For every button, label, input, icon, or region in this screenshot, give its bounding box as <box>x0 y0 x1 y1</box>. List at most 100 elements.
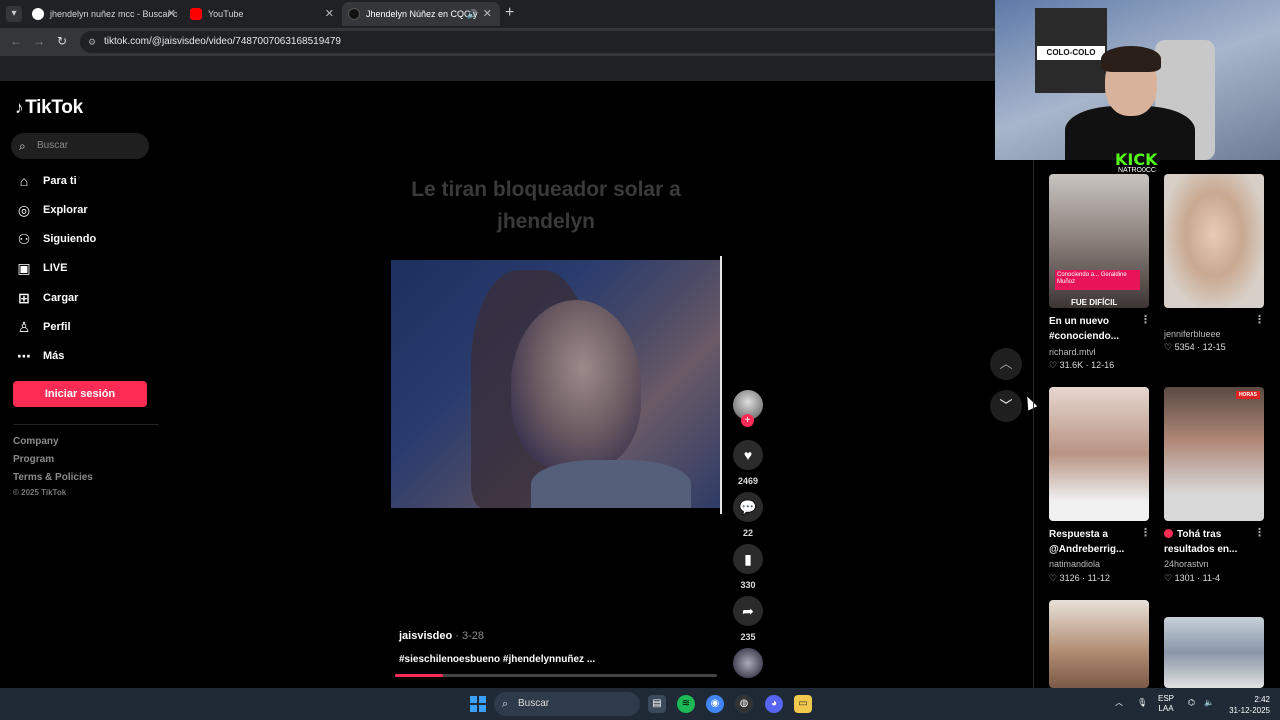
discord-icon[interactable]: ◕ <box>765 695 783 713</box>
nav-live[interactable]: ▣ LIVE <box>15 258 67 278</box>
tab-title: YouTube <box>208 9 244 19</box>
recommended-thumb-5[interactable] <box>1049 600 1149 688</box>
forward-icon[interactable]: → <box>33 34 45 48</box>
nav-mas[interactable]: ⋯ Más <box>15 346 64 366</box>
follow-button[interactable]: + <box>741 414 754 427</box>
webcam-overlay: COLO-COLO <box>995 0 1280 160</box>
footer-link-program[interactable]: Program <box>13 454 54 465</box>
microphone-icon[interactable]: 🎙 <box>1137 698 1147 708</box>
likes: 3126 <box>1059 573 1080 583</box>
url-text: tiktok.com/@jaisvisdeo/video/74870070631… <box>104 36 341 47</box>
search-icon: ⌕ <box>19 139 26 153</box>
previous-video-button[interactable]: ︿ <box>990 348 1022 380</box>
music-disc-icon[interactable] <box>733 648 763 678</box>
save-button[interactable]: ▮ <box>733 544 763 574</box>
taskbar-search[interactable]: ⌕ Buscar <box>494 692 640 716</box>
recommended-caption-3[interactable]: Respuesta a @Andreberrig... <box>1049 527 1137 557</box>
windows-taskbar: ⌕ Buscar ▤ ≋ ◉ ◍ ◕ ▭ ︿ 🎙 ESP LAA ⌬ 🔈 2:4… <box>0 688 1280 720</box>
network-icon[interactable]: ⌬ <box>1188 698 1195 708</box>
recommended-thumb-6[interactable] <box>1164 617 1264 688</box>
nav-para-ti[interactable]: ⌂ Para ti <box>15 171 77 191</box>
language-indicator[interactable]: ESP LAA <box>1158 694 1174 714</box>
clock-date: 31-12-2025 <box>1229 706 1270 715</box>
obs-icon[interactable]: ◍ <box>735 695 753 713</box>
windows-start-icon[interactable] <box>470 696 486 712</box>
speaker-icon[interactable]: 🔊 <box>467 2 478 26</box>
next-video-button[interactable]: ﹀ <box>990 390 1022 422</box>
share-icon: ➦ <box>742 603 754 619</box>
like-count: 2469 <box>737 476 759 486</box>
video-progress-bar[interactable] <box>395 674 717 677</box>
nav-label: Explorar <box>43 204 88 216</box>
more-options-icon[interactable]: ⋮ <box>1140 313 1151 326</box>
tiktok-favicon-icon <box>348 8 360 20</box>
kick-username: NATRO0CC <box>1118 167 1156 174</box>
more-icon: ⋯ <box>17 348 31 364</box>
nav-perfil[interactable]: ♙ Perfil <box>15 317 71 337</box>
new-tab-button[interactable]: + <box>505 4 514 22</box>
chrome-icon[interactable]: ◉ <box>706 695 724 713</box>
recommended-thumb-3[interactable] <box>1049 387 1149 521</box>
close-tab-icon[interactable]: ✕ <box>483 2 492 26</box>
bookmark-icon: ▮ <box>744 551 752 567</box>
mouse-cursor-icon <box>1022 394 1038 411</box>
spotify-icon[interactable]: ≋ <box>677 695 695 713</box>
task-view-icon[interactable]: ▤ <box>648 695 666 713</box>
search-input[interactable]: ⌕ Buscar <box>11 133 149 159</box>
date: 12-15 <box>1202 342 1226 352</box>
file-explorer-icon[interactable]: ▭ <box>794 695 812 713</box>
recommended-thumb-2[interactable] <box>1164 174 1264 308</box>
nav-explorar[interactable]: ◎ Explorar <box>15 200 88 220</box>
tab-search-menu-icon[interactable]: ▾ <box>6 6 22 22</box>
date: 11-12 <box>1087 573 1110 583</box>
taskbar-search-label: Buscar <box>518 698 550 709</box>
following-icon: ⚇ <box>17 231 31 247</box>
reload-icon[interactable]: ↻ <box>57 34 67 48</box>
login-button[interactable]: Iniciar sesión <box>13 381 147 407</box>
url-field[interactable]: ⚙ tiktok.com/@jaisvisdeo/video/748700706… <box>80 31 1040 53</box>
video-player[interactable] <box>391 260 720 508</box>
recommended-thumb-1[interactable]: Conociendo a... Geraldine Muñoz FUE DIFÍ… <box>1049 174 1149 308</box>
footer-link-company[interactable]: Company <box>13 436 59 447</box>
volume-icon[interactable]: 🔈 <box>1204 698 1214 708</box>
site-info-icon[interactable]: ⚙ <box>88 31 96 53</box>
like-button[interactable]: ♥ <box>733 440 763 470</box>
webcam-person-hair <box>1101 46 1161 72</box>
nav-siguiendo[interactable]: ⚇ Siguiendo <box>15 229 96 249</box>
live-icon: ▣ <box>17 260 31 276</box>
recommended-user-1[interactable]: richard.mtvl <box>1049 347 1096 357</box>
video-date: · 3-28 <box>455 630 485 642</box>
close-tab-icon[interactable]: ✕ <box>325 2 334 26</box>
more-options-icon[interactable]: ⋮ <box>1254 526 1265 539</box>
flag-text: COLO-COLO <box>1037 46 1105 60</box>
more-options-icon[interactable]: ⋮ <box>1254 313 1265 326</box>
footer-link-terms[interactable]: Terms & Policies <box>13 472 93 483</box>
recommended-user-3[interactable]: natimandiola <box>1049 559 1100 569</box>
clock[interactable]: 2:42 31-12-2025 <box>1228 694 1270 716</box>
save-count: 330 <box>740 580 756 590</box>
home-icon: ⌂ <box>19 173 29 189</box>
back-icon[interactable]: ← <box>10 34 22 48</box>
video-hashtags[interactable]: #sieschilenoesbueno #jhendelynnuñez ... <box>399 654 595 665</box>
recommended-stats-2: ♡ 5354 · 12-15 <box>1164 342 1226 352</box>
recommended-caption-1[interactable]: En un nuevo #conociendo... <box>1049 314 1137 344</box>
recommended-user-2[interactable]: jenniferblueee <box>1164 329 1221 339</box>
logo-text: TikTok <box>25 97 83 118</box>
video-author[interactable]: jaisvisdeo · 3-28 <box>399 630 484 642</box>
tab-tiktok[interactable]: Jhendelyn Núñez en CQC y 🔊 ✕ <box>342 2 500 26</box>
tray-chevron-up-icon[interactable]: ︿ <box>1115 698 1123 708</box>
share-button[interactable]: ➦ <box>733 596 763 626</box>
video-frame-shoulder <box>531 460 691 508</box>
close-tab-icon[interactable]: ✕ <box>167 2 176 26</box>
comment-count: 22 <box>742 528 753 538</box>
tab-google-search[interactable]: jhendelyn nuñez mcc - Buscar c ✕ <box>26 2 184 26</box>
more-options-icon[interactable]: ⋮ <box>1140 526 1151 539</box>
tab-youtube[interactable]: YouTube ✕ <box>184 2 342 26</box>
nav-cargar[interactable]: ⊞ Cargar <box>15 288 78 308</box>
comment-button[interactable]: 💬 <box>733 492 763 522</box>
recommended-user-4[interactable]: 24horastvn <box>1164 559 1209 569</box>
lang-top: ESP <box>1158 694 1175 703</box>
tiktok-logo[interactable]: ♪ TikTok <box>15 97 83 119</box>
recommended-caption-4[interactable]: Tohá tras resultados en... <box>1164 527 1252 557</box>
recommended-thumb-4[interactable]: HORAS <box>1164 387 1264 521</box>
